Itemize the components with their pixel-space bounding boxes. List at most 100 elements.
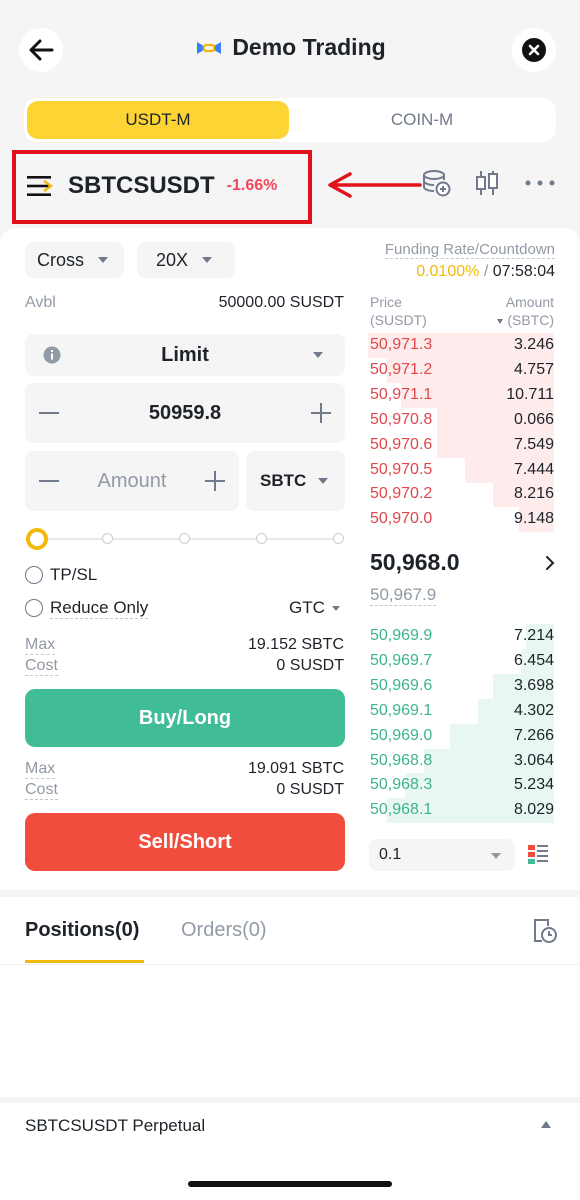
sell-short-button[interactable]: Sell/Short (25, 813, 345, 871)
ask-price: 50,971.3 (370, 336, 433, 353)
top-bar: Demo Trading (0, 0, 580, 98)
plus-icon[interactable] (205, 471, 225, 491)
precision-select[interactable]: 0.1 (369, 839, 515, 871)
funding-countdown: 07:58:04 (492, 263, 555, 280)
ask-row[interactable]: 50,970.8 0.066 (368, 407, 554, 433)
ask-row[interactable]: 50,970.0 9.148 (368, 507, 554, 533)
bid-row[interactable]: 50,968.8 3.064 (368, 748, 554, 774)
ask-row[interactable]: 50,970.5 7.444 (368, 457, 554, 483)
bid-amount: 8.029 (513, 801, 554, 819)
price-change: -1.66% (226, 177, 278, 194)
bid-row[interactable]: 50,969.0 7.266 (368, 723, 554, 749)
amount-unit-select[interactable]: SBTC (246, 451, 345, 511)
tpsl-radio[interactable] (25, 566, 43, 584)
coins-add-icon[interactable] (421, 168, 451, 198)
reduce-only-radio[interactable] (25, 599, 43, 617)
ask-row[interactable]: 50,971.1 10.711 (368, 382, 554, 408)
symbol-name: SBTCSUSDT (68, 172, 215, 199)
ask-amount: 7.549 (513, 435, 554, 453)
tab-coin-m[interactable]: COIN-M (291, 101, 553, 139)
order-type-select[interactable]: Limit (25, 334, 345, 376)
amount-stepper[interactable]: Amount (25, 451, 239, 511)
precision-label: 0.1 (379, 846, 402, 863)
ask-amount: 3.246 (513, 336, 554, 353)
ob-amount-header[interactable]: Amount (SBTC) (497, 293, 554, 329)
price-stepper[interactable]: 50959.8 (25, 383, 345, 443)
price-input[interactable]: 50959.8 (25, 402, 345, 425)
orderbook-layout-icon[interactable] (528, 845, 548, 865)
funding-label[interactable]: Funding Rate/Countdown (384, 241, 555, 259)
funding-rate: 0.0100% (416, 263, 480, 280)
sell-max-label[interactable]: Max (25, 760, 56, 779)
menu-icon (27, 176, 54, 196)
caret-down-icon (313, 352, 323, 358)
slider-step-100[interactable] (333, 533, 344, 544)
bid-price: 50,969.0 (370, 726, 433, 744)
amount-unit-label: SBTC (260, 471, 307, 490)
buy-long-button[interactable]: Buy/Long (25, 689, 345, 747)
bid-amount: 5.234 (513, 776, 554, 794)
ask-price: 50,971.2 (370, 360, 433, 378)
ask-row[interactable]: 50,971.2 4.757 (368, 357, 554, 383)
ask-row[interactable]: 50,970.2 8.216 (368, 482, 554, 508)
tab-orders[interactable]: Orders(0) (181, 919, 267, 942)
bid-price: 50,968.8 (370, 751, 433, 769)
slider-handle[interactable] (26, 528, 48, 550)
bid-row[interactable]: 50,968.3 5.234 (368, 773, 554, 799)
symbol-selector[interactable]: SBTCSUSDT -1.66% (26, 164, 277, 208)
caret-down-icon (331, 605, 340, 611)
sell-max-value: 19.091 SBTC (247, 760, 344, 777)
tab-positions[interactable]: Positions(0) (25, 919, 139, 942)
funding-values: 0.0100% / 07:58:04 (416, 263, 555, 281)
leverage-label: 20X (156, 249, 189, 270)
bid-amount: 7.214 (513, 627, 554, 644)
slider-step-75[interactable] (256, 533, 267, 544)
bid-row[interactable]: 50,968.1 8.029 (368, 798, 554, 824)
chevron-right-icon[interactable] (545, 555, 555, 571)
tpsl-label[interactable]: TP/SL (50, 565, 97, 585)
ask-amount: 9.148 (513, 510, 554, 528)
buy-max-label[interactable]: Max (25, 636, 56, 655)
bid-amount: 3.064 (513, 751, 554, 769)
slider-step-25[interactable] (102, 533, 113, 544)
ask-row[interactable]: 50,971.3 3.246 (368, 333, 554, 358)
bid-price: 50,968.1 (370, 801, 433, 819)
ob-price-header: Price (SUSDT) (370, 293, 427, 329)
caret-down-icon (491, 853, 501, 859)
ask-price: 50,971.1 (370, 385, 433, 403)
caret-up-icon[interactable] (541, 1121, 551, 1128)
sell-cost-label[interactable]: Cost (25, 781, 58, 800)
time-in-force-select[interactable]: GTC (289, 598, 340, 618)
order-history-icon[interactable] (532, 918, 558, 944)
home-indicator (188, 1181, 392, 1187)
bid-amount: 6.454 (513, 651, 554, 669)
bid-row[interactable]: 50,969.7 6.454 (368, 648, 554, 674)
ob-price-header-label: Price (370, 294, 402, 310)
ask-price: 50,970.6 (370, 435, 433, 453)
tab-usdt-m[interactable]: USDT-M (27, 101, 289, 139)
more-icon[interactable] (524, 178, 556, 188)
plus-icon[interactable] (311, 403, 331, 423)
ob-amount-header-label: Amount (505, 294, 554, 310)
tabs-divider (0, 964, 580, 965)
leverage-select[interactable]: 20X (137, 242, 235, 278)
mark-price[interactable]: 50,967.9 (370, 585, 437, 606)
buy-cost-label[interactable]: Cost (25, 657, 58, 676)
margin-mode-select[interactable]: Cross (25, 242, 124, 278)
margin-mode-label: Cross (37, 249, 85, 270)
bid-row[interactable]: 50,969.9 7.214 (368, 624, 554, 649)
buy-cost-value: 0 SUSDT (276, 657, 344, 674)
ask-price: 50,970.8 (370, 410, 433, 428)
reduce-only-label[interactable]: Reduce Only (50, 598, 149, 619)
close-button[interactable] (512, 28, 556, 72)
bid-row[interactable]: 50,969.6 3.698 (368, 673, 554, 699)
slider-step-50[interactable] (179, 533, 190, 544)
ask-row[interactable]: 50,970.6 7.549 (368, 432, 554, 458)
ask-amount: 7.444 (513, 460, 554, 478)
order-type-label: Limit (161, 343, 209, 366)
avbl-label: Avbl (25, 294, 56, 311)
ask-amount: 0.066 (513, 410, 554, 428)
bid-price: 50,969.6 (370, 676, 433, 694)
bid-row[interactable]: 50,969.1 4.302 (368, 698, 554, 724)
candlestick-chart-icon[interactable] (473, 168, 501, 198)
